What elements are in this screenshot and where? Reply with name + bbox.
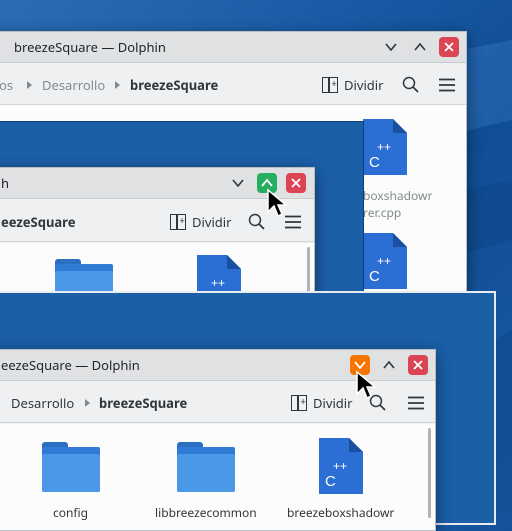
- split-button[interactable]: Dividir: [322, 66, 384, 104]
- breadcrumb-current[interactable]: breezeSquare: [130, 66, 218, 104]
- breadcrumb-current[interactable]: breezeSquare: [99, 384, 187, 422]
- svg-text:C: C: [369, 154, 380, 171]
- split-view-icon: [291, 395, 307, 411]
- chevron-up-icon: [383, 360, 395, 369]
- mouse-cursor-icon: [267, 188, 289, 218]
- chevron-down-icon: [385, 43, 397, 52]
- cpp-file-icon[interactable]: ++C: [363, 119, 407, 175]
- maximize-button[interactable]: [410, 37, 430, 57]
- toolbar: os Desarrollo breezeSquare Dividir: [0, 66, 466, 105]
- close-icon: [291, 178, 301, 188]
- close-icon: [444, 42, 454, 52]
- svg-text:++: ++: [377, 140, 391, 154]
- svg-text:++: ++: [211, 276, 225, 290]
- menu-button[interactable]: [406, 393, 426, 413]
- breadcrumb-item[interactable]: os: [0, 66, 13, 104]
- minimize-button[interactable]: [228, 173, 248, 193]
- close-button[interactable]: [439, 37, 459, 57]
- breadcrumb-current[interactable]: eezeSquare: [1, 203, 76, 241]
- file-label: breezeboxshadowr: [287, 504, 395, 521]
- hamburger-menu-icon: [439, 78, 455, 92]
- cpp-file-icon: ++C: [319, 438, 363, 494]
- svg-text:++: ++: [377, 254, 391, 268]
- file-view: config libbreezecommon ++ C breezeboxshad…: [0, 424, 435, 530]
- file-label: boxshadowr: [363, 187, 433, 204]
- split-view-icon: [322, 77, 338, 93]
- file-label: config: [53, 504, 89, 521]
- split-label: Dividir: [192, 213, 232, 231]
- mouse-cursor-icon: [356, 370, 378, 400]
- split-button[interactable]: Dividir: [291, 384, 353, 422]
- breadcrumb-item[interactable]: Desarrollo: [42, 66, 105, 104]
- minimize-button[interactable]: [381, 37, 401, 57]
- window-title: h: [1, 174, 10, 192]
- breadcrumb-separator-icon: [27, 81, 32, 89]
- maximize-button[interactable]: [379, 355, 399, 375]
- svg-text:C: C: [369, 268, 380, 285]
- split-label: Dividir: [344, 76, 384, 94]
- split-label: Dividir: [313, 394, 353, 412]
- split-button[interactable]: Dividir: [170, 203, 232, 241]
- menu-button[interactable]: [437, 75, 457, 95]
- svg-text:C: C: [325, 473, 336, 490]
- titlebar: breezeSquare — Dolphin: [0, 32, 466, 63]
- folder-icon: [42, 442, 100, 492]
- close-icon: [413, 360, 423, 370]
- cpp-file-icon[interactable]: ++C: [363, 233, 407, 289]
- search-icon: [248, 213, 265, 230]
- window-title: breezeSquare — Dolphin: [14, 38, 166, 56]
- folder-icon: [177, 442, 235, 492]
- breadcrumb-item[interactable]: Desarrollo: [11, 384, 74, 422]
- search-button[interactable]: [247, 212, 267, 232]
- chevron-down-icon: [232, 179, 244, 188]
- window-title: eezeSquare — Dolphin: [1, 356, 140, 374]
- hamburger-menu-icon: [408, 396, 424, 410]
- file-label: rer.cpp: [363, 204, 402, 221]
- split-view-icon: [170, 214, 186, 230]
- chevron-up-icon: [414, 42, 426, 51]
- svg-text:++: ++: [333, 459, 347, 473]
- breadcrumb-separator-icon: [85, 399, 90, 407]
- search-button[interactable]: [401, 75, 421, 95]
- search-icon: [402, 76, 419, 93]
- file-label: libbreezecommon: [155, 504, 257, 521]
- scrollbar[interactable]: [428, 428, 431, 518]
- breadcrumb-separator-icon: [115, 81, 120, 89]
- close-button[interactable]: [408, 355, 428, 375]
